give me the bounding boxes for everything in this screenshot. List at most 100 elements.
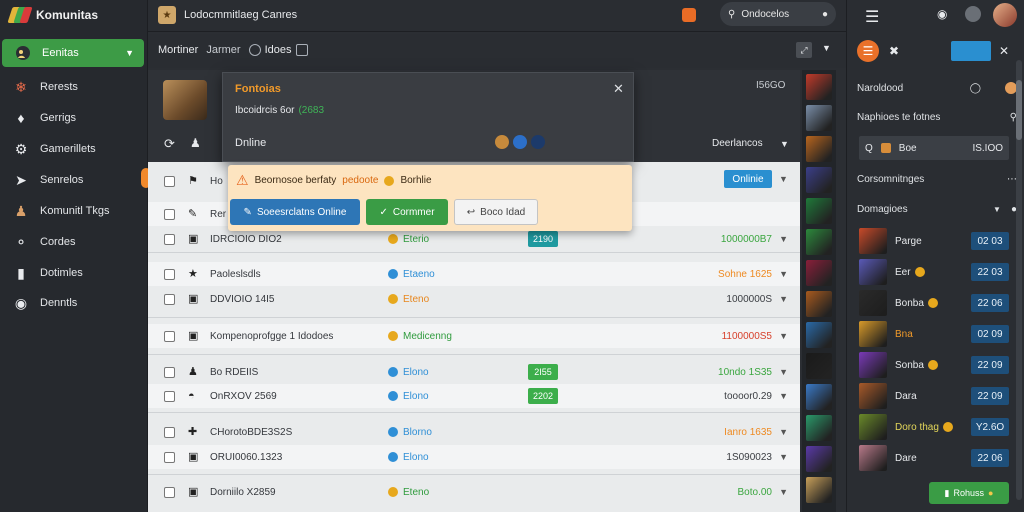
sidebar-item-dotimles[interactable]: ▮ Dotimles: [0, 259, 148, 287]
row-name: DDVIOIO 14I5: [210, 293, 275, 305]
game-list-item[interactable]: Bonba 22 06: [859, 290, 1009, 316]
sidebar-item-senrelos[interactable]: ➤ Senrelos: [0, 166, 148, 194]
row-checkbox[interactable]: [164, 268, 175, 280]
game-thumbnail[interactable]: [806, 415, 832, 441]
table-row[interactable]: ▣ DDVIOIO 14I5 Eteno 1000000S ▼: [148, 287, 800, 311]
table-row[interactable]: ◓ OnRXOV 2569 Elono 2202 toooor0.29 ▼: [148, 384, 800, 408]
game-thumbnail[interactable]: [806, 105, 832, 131]
primary-button[interactable]: ✎ Soeesrclatns Online: [230, 199, 360, 225]
app-logo-icon: [7, 6, 33, 24]
expand-icon[interactable]: ⤢: [796, 42, 812, 58]
sidebar-item-komunitl-tkgs[interactable]: ♟ Komunitl Tkgs: [0, 197, 148, 225]
sidebar-item-gamerillets[interactable]: ⚙ Gamerillets: [0, 135, 148, 163]
online-button[interactable]: Onlinie: [724, 170, 772, 188]
row-checkbox[interactable]: [164, 390, 175, 402]
row-checkbox[interactable]: [164, 293, 175, 305]
game-thumbnail[interactable]: [806, 384, 832, 410]
row-checkbox[interactable]: [164, 175, 175, 187]
table-row[interactable]: ♟ Bo RDEIIS Elono 2I55 10ndo 1S35 ▼: [148, 360, 800, 384]
close-icon[interactable]: ✕: [999, 44, 1009, 58]
chevron-down-icon[interactable]: ▼: [779, 487, 788, 497]
chevron-down-icon[interactable]: ▼: [822, 43, 831, 53]
game-thumbnail[interactable]: [806, 229, 832, 255]
sidebar-item-rerests[interactable]: ❄ Rerests: [0, 73, 148, 101]
row-checkbox[interactable]: [164, 233, 175, 245]
close-icon[interactable]: ✕: [613, 81, 624, 97]
sidebar-item-eenitas[interactable]: Eenitas ▼: [2, 39, 144, 67]
target-icon[interactable]: ◉: [937, 7, 947, 21]
selected-item[interactable]: Q Boe IS.IOO: [859, 136, 1009, 160]
tab-idoes[interactable]: Idoes: [248, 44, 308, 56]
table-row[interactable]: ▣ ORUI0060.1323 Elono 1S090023 ▼: [148, 445, 800, 469]
game-thumbnail[interactable]: [806, 322, 832, 348]
game-thumbnail[interactable]: [806, 198, 832, 224]
puzzle-icon: ♦: [17, 110, 25, 126]
row-checkbox[interactable]: [164, 330, 175, 342]
settings-icon[interactable]: [965, 6, 981, 22]
chevron-down-icon[interactable]: ▼: [779, 294, 788, 304]
row-value: Sohne 1625: [718, 268, 772, 280]
game-list-item[interactable]: Doro thag Y2.6O: [859, 414, 1009, 440]
chevron-down-icon[interactable]: ▼: [779, 331, 788, 341]
sidebar-item-gerrigs[interactable]: ♦ Gerrigs: [0, 104, 148, 132]
brand[interactable]: Komunitas: [7, 4, 98, 26]
sidebar-item-cordes[interactable]: ⚬ Cordes: [0, 228, 148, 256]
game-list-item[interactable]: Bna 02 09: [859, 321, 1009, 347]
row-checkbox[interactable]: [164, 366, 175, 378]
chevron-down-icon[interactable]: ▼: [779, 391, 788, 401]
chevron-down-icon[interactable]: ▼: [993, 205, 1001, 214]
menu-icon[interactable]: ☰: [865, 7, 879, 27]
chevron-down-icon[interactable]: ▼: [779, 367, 788, 377]
table-row[interactable]: ▣ Dorniilo X2859 Eteno Boto.00 ▼: [148, 480, 800, 504]
scrollbar-thumb[interactable]: [1016, 80, 1022, 140]
chevron-down-icon[interactable]: ▼: [779, 269, 788, 279]
notification-icon[interactable]: [682, 8, 696, 22]
chevron-down-icon[interactable]: ▼: [779, 427, 788, 437]
avatar[interactable]: [993, 3, 1017, 27]
people-icon[interactable]: ♟: [190, 136, 201, 150]
sidebar-item-denntls[interactable]: ◉ Denntls: [0, 289, 148, 317]
coin-icon: ●: [988, 488, 994, 498]
settings-small-icon[interactable]: ●: [822, 9, 828, 20]
blue-button[interactable]: [951, 41, 991, 61]
game-list-item[interactable]: Dara 22 09: [859, 383, 1009, 409]
secondary-button[interactable]: ↩ Boco Idad: [454, 199, 538, 225]
game-thumbnail[interactable]: [806, 291, 832, 317]
row-checkbox[interactable]: [164, 486, 175, 498]
chevron-down-icon[interactable]: ▼: [780, 139, 789, 149]
game-thumbnail[interactable]: [806, 353, 832, 379]
game-list-item[interactable]: Parge 02 03: [859, 228, 1009, 254]
list-icon[interactable]: ☰: [857, 40, 879, 62]
game-thumbnail: [859, 290, 887, 316]
search-input[interactable]: ⚲ Ondocelos ●: [720, 2, 836, 26]
confirm-button[interactable]: ✓ Cormmer: [366, 199, 448, 225]
row-icon: ▣: [188, 330, 199, 342]
row-checkbox[interactable]: [164, 208, 175, 220]
table-row[interactable]: ★ Paoleslsdls Etaeno Sohne 1625 ▼: [148, 262, 800, 286]
game-list-item[interactable]: Dare 22 06: [859, 445, 1009, 471]
tab-jarmer[interactable]: Jarmer: [206, 44, 240, 56]
table-row[interactable]: ✚ CHorotoBDE3S2S Blorno Ianro 1635 ▼: [148, 420, 800, 444]
chevron-down-icon[interactable]: ▼: [779, 174, 788, 184]
game-thumbnail[interactable]: [806, 167, 832, 193]
row-checkbox[interactable]: [164, 426, 175, 438]
game-thumbnail[interactable]: [806, 136, 832, 162]
game-thumbnail[interactable]: [806, 74, 832, 100]
table-row[interactable]: ▣ Kompenoprofgge 1 Idodoes Medicenng 110000…: [148, 324, 800, 348]
chevron-down-icon[interactable]: ▼: [779, 452, 788, 462]
refresh-icon[interactable]: ⟳: [164, 136, 175, 152]
tools-icon[interactable]: ✖: [889, 44, 899, 58]
footer-button[interactable]: ▮ Rohuss ●: [929, 482, 1009, 504]
game-list-item[interactable]: Eer 22 03: [859, 259, 1009, 285]
game-thumbnail: [859, 383, 887, 409]
row-checkbox[interactable]: [164, 451, 175, 463]
chevron-down-icon[interactable]: ▼: [779, 234, 788, 244]
game-list-item[interactable]: Sonba 22 09: [859, 352, 1009, 378]
section-header-text: Corsomnitnges: [857, 173, 925, 185]
panel-header: Naroldood ◯: [857, 77, 1017, 99]
game-thumbnail[interactable]: [806, 477, 832, 503]
card-right-label[interactable]: Deerlancos: [712, 138, 763, 149]
game-thumbnail[interactable]: [806, 260, 832, 286]
game-avatar[interactable]: [163, 80, 207, 120]
game-thumbnail[interactable]: [806, 446, 832, 472]
